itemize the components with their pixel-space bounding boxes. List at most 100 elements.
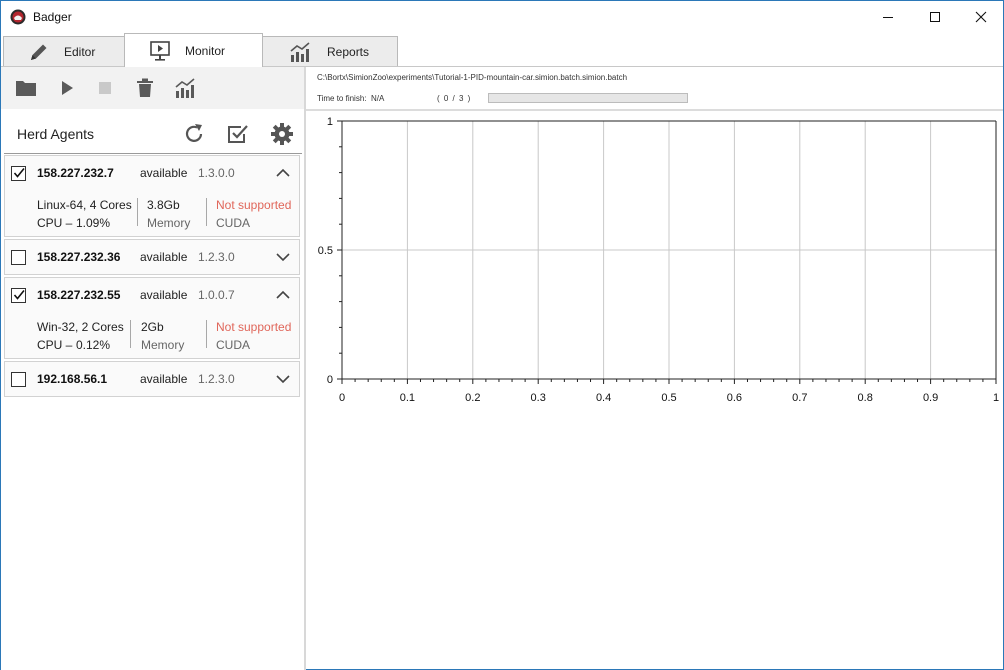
view-reports-button[interactable]: [172, 75, 198, 101]
agent-cuda-value: Not supported: [216, 320, 292, 334]
agent-memory-label: Memory: [147, 216, 191, 230]
agent-status: available: [140, 250, 188, 264]
x-tick-label: 0.8: [858, 392, 873, 404]
close-button[interactable]: [958, 1, 1004, 33]
chevron-down-icon[interactable]: [275, 250, 291, 264]
badger-window: Badger Editor Monitor Reports Herd Agent…: [0, 0, 1004, 670]
agent-version: 1.2.3.0: [198, 250, 235, 264]
agent-checkbox[interactable]: [11, 372, 26, 387]
agent-cpu-label: CPU –: [37, 216, 73, 230]
maximize-icon: [930, 12, 940, 22]
y-tick-label: 0: [327, 374, 333, 386]
tab-monitor-label: Monitor: [185, 43, 226, 58]
agent-memory-value: 2Gb: [141, 320, 164, 334]
agent-version: 1.3.0.0: [198, 166, 235, 180]
checkmark-icon: [13, 289, 25, 300]
detail-separator: [137, 198, 138, 226]
minimize-button[interactable]: [865, 1, 911, 33]
minimize-icon: [883, 17, 893, 18]
agent-ip: 192.168.56.1: [37, 372, 108, 386]
x-tick-label: 0: [339, 392, 345, 404]
monitor-icon: [149, 40, 171, 62]
checkmark-icon: [13, 167, 25, 178]
agent-card[interactable]: 192.168.56.1 available 1.2.3.0: [4, 361, 300, 397]
agent-status: available: [140, 166, 188, 180]
agent-checkbox[interactable]: [11, 288, 26, 303]
x-tick-label: 0.7: [792, 392, 807, 404]
detail-separator: [206, 320, 207, 348]
refresh-icon: [185, 124, 203, 142]
agent-os: Win-32, 2 Cores: [37, 320, 124, 334]
agent-cpu-value: 1.09%: [76, 216, 111, 230]
herd-header-divider: [4, 153, 302, 154]
time-to-finish-label: Time to finish:: [317, 94, 367, 103]
agent-memory-label: Memory: [141, 338, 185, 352]
herd-agents-title: Herd Agents: [17, 126, 95, 142]
delete-button[interactable]: [132, 75, 158, 101]
agent-status: available: [140, 372, 188, 386]
tab-monitor[interactable]: Monitor: [124, 33, 263, 67]
agent-status: available: [140, 288, 188, 302]
agent-checkbox[interactable]: [11, 250, 26, 265]
trash-icon: [137, 78, 153, 97]
agent-cuda-value: Not supported: [216, 198, 292, 212]
stop-icon: [99, 82, 111, 94]
x-tick-label: 0.6: [727, 392, 742, 404]
tab-strip: Editor Monitor Reports: [1, 33, 1003, 67]
agent-ip: 158.227.232.7: [37, 166, 114, 180]
experiment-toolbar: [1, 67, 305, 109]
folder-icon: [16, 81, 36, 96]
agent-cpu-value: 0.12%: [76, 338, 111, 352]
settings-gear-icon: [271, 123, 293, 145]
x-tick-label: 0.3: [531, 392, 546, 404]
agent-ip: 158.227.232.55: [37, 288, 121, 302]
chart-icon: [175, 78, 195, 98]
select-all-icon: [228, 125, 248, 143]
stop-button[interactable]: [92, 75, 118, 101]
app-logo-icon: [10, 9, 26, 25]
x-tick-label: 0.9: [923, 392, 938, 404]
pencil-icon: [28, 41, 50, 63]
time-to-finish-value: N/A: [371, 94, 385, 103]
y-tick-label: 0.5: [318, 245, 333, 257]
agent-settings-button[interactable]: [269, 121, 295, 147]
y-tick-label: 1: [327, 116, 333, 128]
agent-ip: 158.227.232.36: [37, 250, 121, 264]
select-all-agents-button[interactable]: [225, 121, 251, 147]
agent-os: Linux-64, 4 Cores: [37, 198, 132, 212]
tab-editor[interactable]: Editor: [3, 36, 125, 66]
title-bar: Badger: [1, 1, 1003, 33]
tab-reports-label: Reports: [327, 44, 370, 59]
progress-bar: [488, 93, 688, 103]
x-tick-label: 0.4: [596, 392, 611, 404]
tab-reports[interactable]: Reports: [262, 36, 398, 66]
progress-plot: 0 0.1 0.2 0.3 0.4 0.5 0.6 0.7 0.8 0.9 1 0 0.5 1: [318, 116, 999, 404]
agent-card[interactable]: 158.227.232.36 available 1.2.3.0: [4, 239, 300, 275]
refresh-agents-button[interactable]: [181, 121, 207, 147]
agent-checkbox[interactable]: [11, 166, 26, 181]
agent-version: 1.0.0.7: [198, 288, 235, 302]
maximize-button[interactable]: [912, 1, 958, 33]
x-tick-label: 0.1: [400, 392, 415, 404]
chevron-up-icon[interactable]: [275, 166, 291, 180]
chevron-up-icon[interactable]: [275, 288, 291, 302]
reports-chart-icon: [289, 41, 311, 63]
open-experiment-button[interactable]: [13, 75, 39, 101]
window-title: Badger: [33, 10, 72, 24]
detail-separator: [130, 320, 131, 348]
agent-version: 1.2.3.0: [198, 372, 235, 386]
play-icon: [62, 81, 73, 95]
detail-separator: [206, 198, 207, 226]
agent-card[interactable]: 158.227.232.7 available 1.3.0.0 Linux-64…: [4, 155, 300, 237]
progress-count: ( 0 / 3 ): [437, 94, 472, 103]
x-tick-label: 0.2: [465, 392, 480, 404]
agent-memory-value: 3.8Gb: [147, 198, 180, 212]
agent-card[interactable]: 158.227.232.55 available 1.0.0.7 Win-32,…: [4, 277, 300, 359]
x-tick-label: 0.5: [661, 392, 676, 404]
close-icon: [975, 11, 987, 23]
chevron-down-icon[interactable]: [275, 372, 291, 386]
agent-cpu-label: CPU –: [37, 338, 73, 352]
agent-cuda-label: CUDA: [216, 338, 251, 352]
agent-cuda-label: CUDA: [216, 216, 251, 230]
run-button[interactable]: [54, 75, 80, 101]
